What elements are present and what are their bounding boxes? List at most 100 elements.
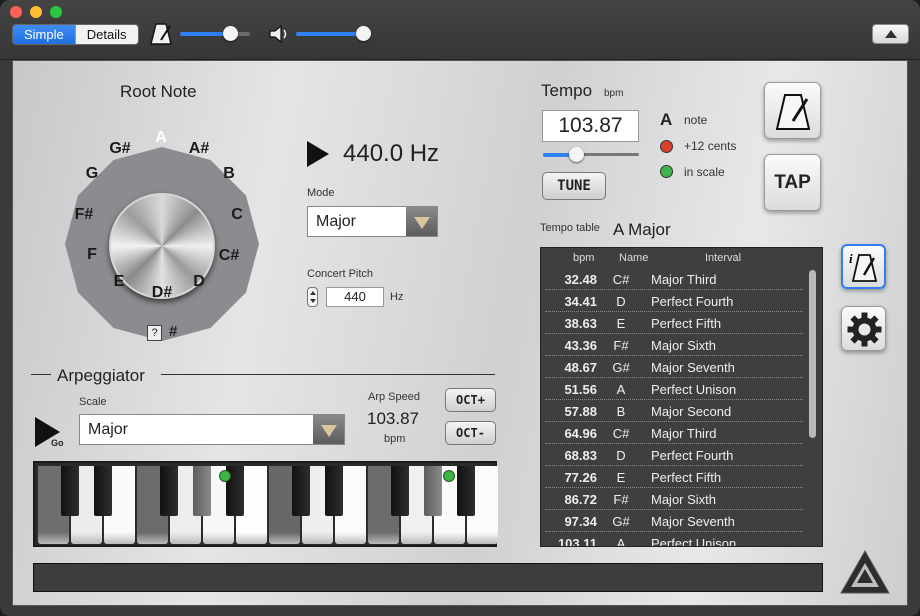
tune-button[interactable]: TUNE	[542, 172, 606, 200]
col-interval-header[interactable]: Interval	[705, 252, 741, 264]
view-segmented-control: Simple Details	[12, 24, 139, 45]
table-row[interactable]: 32.48 C# Major Third	[545, 268, 803, 290]
tempo-unit: bpm	[604, 88, 624, 99]
note-label-e[interactable]: E	[104, 273, 134, 291]
tempo-table[interactable]: bpm Name Interval 32.48 C# Major Third 34.4…	[540, 247, 823, 547]
arp-scale-label: Scale	[79, 396, 107, 408]
table-scrollbar[interactable]	[809, 270, 816, 438]
octave-up-button[interactable]: OCT+	[445, 388, 496, 412]
metronome-icon	[150, 23, 172, 45]
note-label-a-sharp[interactable]: A#	[184, 140, 214, 158]
metronome-volume-slider[interactable]	[180, 26, 250, 41]
piano-black-key[interactable]	[292, 466, 310, 516]
mode-dropdown-value: Major	[316, 213, 357, 230]
note-label-g-sharp[interactable]: G#	[105, 140, 135, 158]
piano-black-key[interactable]	[160, 466, 178, 516]
cell-interval: Major Sixth	[651, 492, 717, 507]
help-button[interactable]: ?	[147, 325, 162, 341]
tempo-field[interactable]: 103.87	[542, 110, 639, 142]
table-row[interactable]: 68.83 D Perfect Fourth	[545, 444, 803, 466]
cell-name: D	[616, 294, 626, 309]
concert-pitch-field[interactable]: 440	[326, 287, 384, 307]
note-label-c[interactable]: C	[222, 206, 252, 224]
sound-volume-slider[interactable]	[296, 26, 371, 41]
octave-down-button[interactable]: OCT-	[445, 421, 496, 445]
sound-volume-knob[interactable]	[355, 26, 371, 41]
table-row[interactable]: 48.67 G# Major Seventh	[545, 356, 803, 378]
note-label-g[interactable]: G	[77, 165, 107, 183]
app-window: Simple Details Root Note A A# B C C# D D…	[0, 0, 920, 616]
tempo-table-label: Tempo table	[540, 222, 600, 234]
settings-button[interactable]	[841, 306, 886, 351]
table-row[interactable]: 43.36 F# Major Sixth	[545, 334, 803, 356]
close-window-button[interactable]	[10, 6, 22, 18]
cell-interval: Major Sixth	[651, 338, 717, 353]
note-label-d[interactable]: D	[184, 273, 214, 291]
note-label-c-sharp[interactable]: C#	[214, 247, 244, 265]
note-label-b[interactable]: B	[214, 165, 244, 183]
arp-scale-dropdown[interactable]: Major	[79, 414, 345, 445]
table-row[interactable]: 86.72 F# Major Sixth	[545, 488, 803, 510]
tab-details[interactable]: Details	[74, 25, 138, 44]
toolbar: Simple Details	[0, 0, 920, 60]
metronome-volume-knob[interactable]	[222, 26, 238, 41]
table-row[interactable]: 57.88 B Major Second	[545, 400, 803, 422]
tempo-title: Tempo	[541, 81, 593, 100]
piano-black-key[interactable]	[193, 466, 211, 516]
table-row[interactable]: 51.56 A Perfect Unison	[545, 378, 803, 400]
cell-name: F#	[613, 338, 629, 353]
tempo-table-key: A Major	[613, 220, 671, 239]
metronome-icon	[775, 94, 811, 130]
col-name-header[interactable]: Name	[619, 252, 648, 264]
table-row[interactable]: 64.96 C# Major Third	[545, 422, 803, 444]
table-row[interactable]: 97.34 G# Major Seventh	[545, 510, 803, 532]
cell-bpm: 32.48	[564, 272, 597, 287]
piano-black-key[interactable]	[391, 466, 409, 516]
note-label-d-sharp[interactable]: D#	[147, 284, 177, 302]
cell-interval: Perfect Fourth	[651, 294, 734, 309]
cell-bpm: 103.11	[557, 536, 597, 547]
piano-black-key[interactable]	[61, 466, 79, 516]
zoom-window-button[interactable]	[50, 6, 62, 18]
cell-name: E	[616, 316, 626, 331]
piano-keyboard[interactable]	[33, 461, 498, 547]
tap-button[interactable]: TAP	[764, 154, 821, 211]
cell-interval: Perfect Unison	[651, 382, 737, 397]
collapse-toolbar-button[interactable]	[872, 24, 909, 44]
table-row[interactable]: 34.41 D Perfect Fourth	[545, 290, 803, 312]
root-note-title: Root Note	[120, 82, 197, 101]
piano-black-key[interactable]	[424, 466, 442, 516]
sharp-toggle[interactable]: #	[169, 323, 177, 340]
play-tone-button[interactable]	[307, 141, 329, 167]
chevron-down-icon	[313, 415, 344, 444]
tempo-slider-knob[interactable]	[568, 147, 584, 162]
note-label-a[interactable]: A	[146, 129, 176, 147]
piano-black-key[interactable]	[325, 466, 343, 516]
cell-interval: Major Third	[651, 426, 717, 441]
table-row[interactable]: 77.26 E Perfect Fifth	[545, 466, 803, 488]
concert-pitch-unit: Hz	[390, 291, 404, 303]
cell-interval: Perfect Fourth	[651, 448, 734, 463]
stepper-down-icon[interactable]	[310, 299, 316, 303]
col-bpm-header[interactable]: bpm	[573, 252, 594, 264]
info-metronome-button[interactable]: i	[841, 244, 886, 289]
cell-interval: Major Seventh	[651, 514, 735, 529]
piano-black-key[interactable]	[457, 466, 475, 516]
arp-speed-value[interactable]: 103.87	[367, 409, 419, 429]
note-label-f-sharp[interactable]: F#	[69, 206, 99, 224]
concert-pitch-stepper[interactable]	[307, 287, 318, 307]
note-label-f[interactable]: F	[77, 246, 107, 264]
minimize-window-button[interactable]	[30, 6, 42, 18]
cell-name: C#	[612, 426, 630, 441]
metronome-button[interactable]	[764, 82, 821, 139]
stepper-up-icon[interactable]	[310, 291, 316, 295]
tempo-slider[interactable]	[543, 147, 639, 162]
tab-simple[interactable]: Simple	[13, 25, 75, 44]
mode-dropdown[interactable]: Major	[307, 206, 438, 237]
table-row[interactable]: 103.11 A Perfect Unison	[545, 532, 803, 547]
chevron-down-icon	[406, 207, 437, 236]
table-row[interactable]: 38.63 E Perfect Fifth	[545, 312, 803, 334]
piano-black-key[interactable]	[94, 466, 112, 516]
arp-divider-right	[161, 374, 495, 375]
speaker-icon	[269, 24, 287, 44]
